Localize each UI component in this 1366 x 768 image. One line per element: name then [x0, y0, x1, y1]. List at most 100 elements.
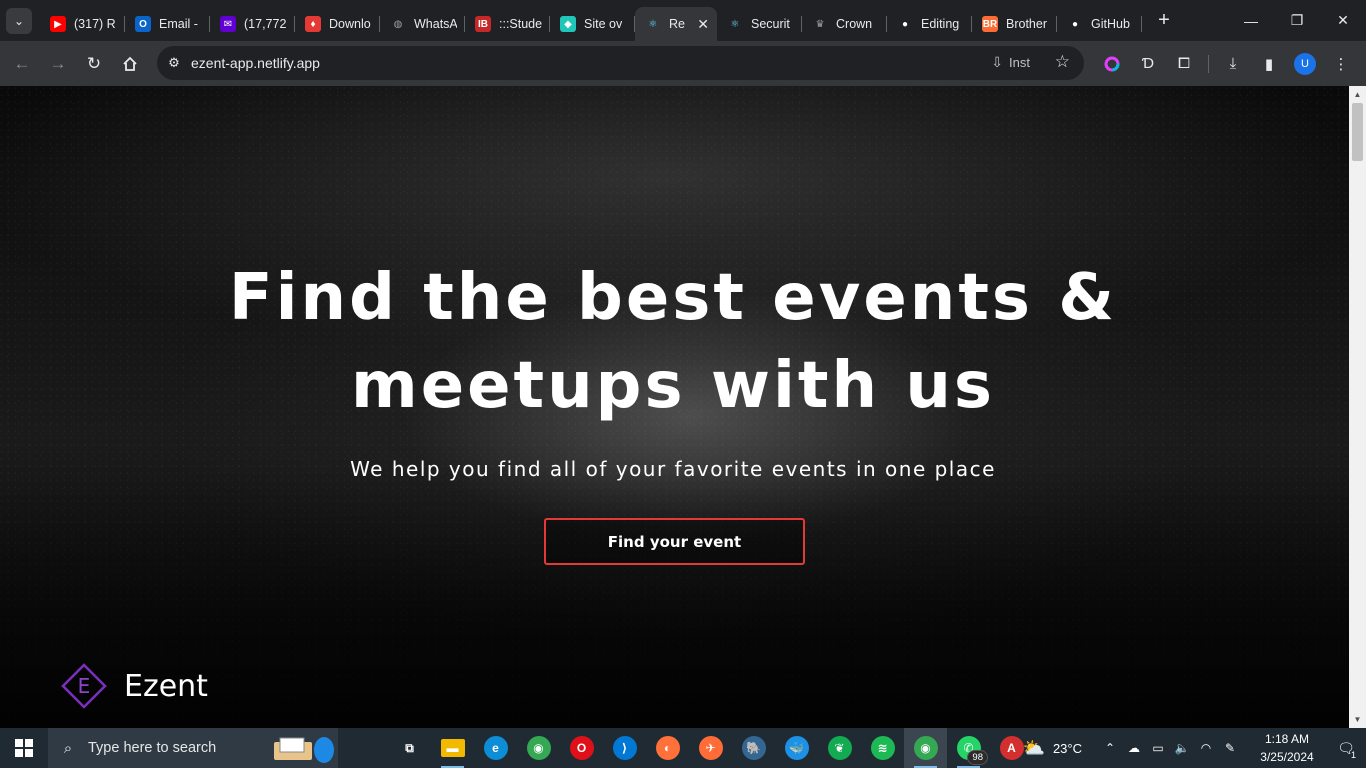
tab-title: WhatsA [414, 17, 457, 31]
minimize-icon[interactable]: — [1228, 0, 1274, 41]
back-button[interactable]: ← [4, 46, 40, 82]
taskbar-app[interactable]: ◐ [646, 728, 689, 768]
browser-tab[interactable]: ▶ (317) R [40, 7, 125, 41]
windows-taskbar: ⌕ Type here to search ⧉ ▬ e ◉ O ⟩ ◐ ✈ 🐘 🐳 ❦ ≋ ◉ ✆ 98 A … [0, 728, 1366, 768]
page-scrollbar[interactable]: ▲ ▼ [1349, 86, 1366, 728]
edge-icon: e [483, 736, 508, 760]
github-icon: ● [901, 18, 909, 30]
taskbar-app[interactable]: ⧉ [388, 728, 431, 768]
spotify-icon: ≋ [870, 736, 895, 760]
browser-tab-strip: ⌄ ▶ (317) R O Email - ✉ (17,772 ♦ Downlo ◍ WhatsA… [0, 0, 1366, 41]
ezent-logo-icon: E [61, 663, 107, 709]
taskbar-app[interactable]: O [560, 728, 603, 768]
clock-date: 3/25/2024 [1260, 750, 1314, 764]
restore-icon[interactable]: ❐ [1274, 0, 1320, 41]
browser-tab[interactable]: IB:::Stude [465, 7, 550, 41]
mongodb-icon: ❦ [827, 736, 852, 760]
scroll-down-icon[interactable]: ▼ [1349, 711, 1366, 728]
reload-button[interactable]: ↻ [76, 46, 112, 82]
taskbar-app[interactable]: ✆ 98 [947, 728, 990, 768]
browser-tab[interactable]: ♛ Crown [802, 7, 887, 41]
show-hidden-icons-icon[interactable]: ⌃ [1098, 741, 1122, 755]
hero-title-line-1: Find the best events & [228, 261, 1118, 335]
yahoo-mail-icon: ✉ [220, 16, 236, 32]
globe-icon: ◍ [393, 18, 403, 30]
taskbar-app[interactable]: ❦ [818, 728, 861, 768]
side-panel-icon[interactable]: ▮ [1251, 46, 1287, 82]
color-extension-icon[interactable] [1094, 46, 1130, 82]
pen-icon[interactable]: ✎ [1218, 741, 1242, 755]
react-icon: ⚛ [730, 18, 740, 30]
app-badge: 98 [967, 750, 988, 765]
weather-widget[interactable]: ⛅ 23°C [1023, 738, 1082, 759]
taskbar-app[interactable]: ◉ [904, 728, 947, 768]
browser-tab[interactable]: ◆ Site ov [550, 7, 635, 41]
onedrive-icon[interactable]: ☁ [1122, 741, 1146, 755]
menu-kebab-icon[interactable]: ⋮ [1323, 46, 1359, 82]
chrome-icon: ◉ [526, 736, 551, 760]
browser-tab[interactable]: ⚛ Re ✕ [635, 7, 717, 41]
extension-d-icon[interactable]: Ɗ [1130, 46, 1166, 82]
page-viewport: Find the best events & meetups with us W… [0, 86, 1349, 728]
browser-tab[interactable]: O Email - [125, 7, 210, 41]
tab-title: (17,772 [244, 17, 287, 31]
profile-button[interactable]: U [1287, 46, 1323, 82]
taskbar-app[interactable]: ▬ [431, 728, 474, 768]
install-label: Inst [1009, 55, 1030, 70]
tab-title: GitHub [1091, 17, 1130, 31]
close-tab-icon[interactable]: ✕ [691, 16, 709, 33]
taskbar-app[interactable]: 🐘 [732, 728, 775, 768]
acrobat-icon: A [999, 736, 1024, 760]
crown-icon: ♛ [815, 18, 825, 30]
file-explorer-icon: ▬ [440, 739, 465, 757]
taskbar-app[interactable]: ≋ [861, 728, 904, 768]
find-event-button[interactable]: Find your event [544, 518, 805, 565]
taskbar-app[interactable]: ✈ [689, 728, 732, 768]
url-text[interactable]: ezent-app.netlify.app [191, 55, 320, 71]
firefox-icon: ◐ [655, 736, 680, 760]
download-site-icon: ♦ [305, 16, 321, 32]
browser-tab[interactable]: ● GitHub [1057, 7, 1142, 41]
arrow-left-icon: ← [13, 53, 31, 73]
notification-center-button[interactable]: 🗨 1 [1326, 728, 1366, 768]
browser-tab[interactable]: ⚛ Securit [717, 7, 802, 41]
install-app-button[interactable]: ⇩ Inst [991, 54, 1030, 71]
downloads-icon[interactable]: ⤓ [1215, 46, 1251, 82]
avatar: U [1294, 52, 1316, 75]
vscode-icon: ⟩ [612, 736, 637, 760]
scroll-up-icon[interactable]: ▲ [1349, 86, 1366, 103]
address-bar[interactable]: ⚙ ezent-app.netlify.app ⇩ Inst ☆ [157, 46, 1084, 80]
browser-tab[interactable]: ◍ WhatsA [380, 7, 465, 41]
tab-search-button[interactable]: ⌄ [6, 7, 32, 34]
install-icon: ⇩ [991, 54, 1004, 70]
start-button[interactable] [0, 728, 48, 768]
forward-button[interactable]: → [40, 46, 76, 82]
bookmark-star-icon[interactable]: ☆ [1055, 52, 1070, 72]
clock[interactable]: 1:18 AM 3/25/2024 [1248, 730, 1326, 766]
taskbar-app[interactable]: ◉ [517, 728, 560, 768]
browser-tab[interactable]: ✉ (17,772 [210, 7, 295, 41]
scrollbar-thumb[interactable] [1352, 103, 1363, 161]
brand-logo[interactable]: E Ezent [60, 662, 208, 710]
docker-icon: 🐳 [784, 736, 809, 760]
tab-title: Securit [751, 17, 790, 31]
taskbar-app[interactable]: ⟩ [603, 728, 646, 768]
site-info-icon[interactable]: ⚙ [157, 55, 191, 71]
toolbar-extensions: Ɗ ⧠ ⤓ ▮ U ⋮ [1094, 41, 1359, 86]
tab-separator [1141, 16, 1142, 32]
extensions-puzzle-icon[interactable]: ⧠ [1166, 46, 1202, 82]
home-icon [123, 56, 137, 71]
battery-icon[interactable]: ▭ [1146, 741, 1170, 755]
toolbar-divider [1208, 54, 1209, 73]
new-tab-button[interactable]: + [1150, 9, 1178, 32]
taskbar-app[interactable]: e [474, 728, 517, 768]
taskbar-app[interactable]: 🐳 [775, 728, 818, 768]
browser-tab[interactable]: BR Brother [972, 7, 1057, 41]
browser-tab[interactable]: ♦ Downlo [295, 7, 380, 41]
browser-tab[interactable]: ● Editing [887, 7, 972, 41]
volume-icon[interactable]: 🔈 [1170, 741, 1194, 755]
wifi-icon[interactable]: ◠ [1194, 741, 1218, 755]
home-button[interactable] [112, 46, 148, 82]
taskbar-search[interactable]: ⌕ Type here to search [48, 728, 338, 768]
close-window-icon[interactable]: ✕ [1320, 0, 1366, 41]
